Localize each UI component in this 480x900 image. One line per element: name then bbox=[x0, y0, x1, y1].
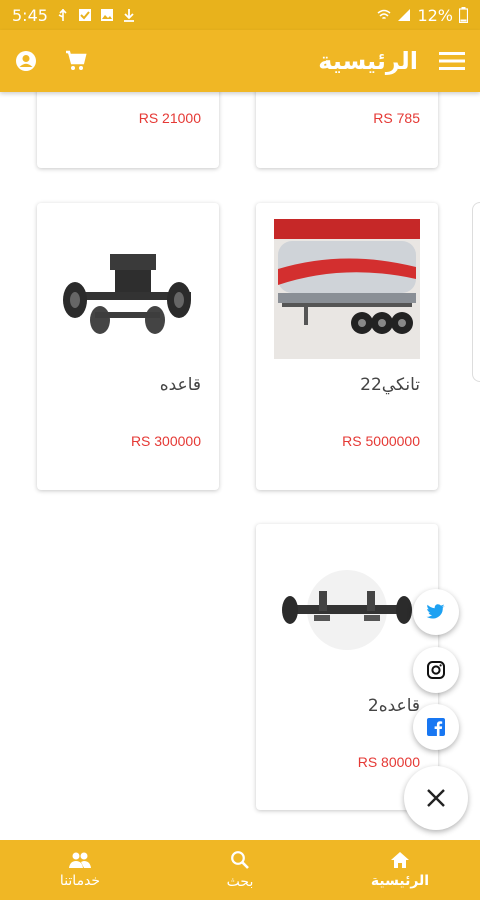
axle-image bbox=[282, 570, 412, 650]
product-name: قاعده bbox=[159, 375, 201, 395]
checkbox-icon bbox=[78, 9, 91, 21]
group-icon bbox=[69, 852, 91, 868]
product-name: قاعده2 bbox=[367, 696, 420, 716]
product-image bbox=[274, 540, 420, 680]
axle-base-image bbox=[63, 254, 191, 334]
product-price: RS 5000000 bbox=[342, 433, 420, 449]
close-icon bbox=[427, 789, 445, 807]
menu-button[interactable] bbox=[438, 50, 466, 72]
app-bar: الرئيسية bbox=[0, 30, 480, 92]
product-price: RS 80000 bbox=[357, 754, 420, 770]
nav-label-search: بحث bbox=[226, 874, 254, 890]
product-grid: RS 21000 RS 785 قاعده RS 300000 تانكي22 … bbox=[0, 92, 480, 840]
product-price: RS 785 bbox=[373, 110, 420, 126]
signal-icon bbox=[398, 9, 411, 21]
status-bar: 5:45 12% bbox=[0, 0, 480, 30]
product-card[interactable]: قاعده RS 300000 bbox=[37, 203, 219, 490]
nav-item-services[interactable]: خدماتنا bbox=[0, 840, 160, 900]
product-card[interactable]: تانكي22 RS 5000000 bbox=[256, 203, 438, 490]
battery-icon bbox=[459, 7, 468, 23]
close-fab-button[interactable] bbox=[404, 766, 468, 830]
product-price: RS 21000 bbox=[138, 110, 201, 126]
product-card[interactable]: قاعده2 RS 80000 bbox=[256, 524, 438, 810]
usb-icon bbox=[58, 8, 67, 21]
account-icon bbox=[16, 51, 36, 71]
home-icon bbox=[391, 852, 409, 868]
nav-item-search[interactable]: بحث bbox=[160, 840, 320, 900]
wifi-icon bbox=[377, 9, 391, 20]
instagram-button[interactable] bbox=[413, 647, 459, 693]
twitter-button[interactable] bbox=[413, 589, 459, 635]
menu-icon bbox=[439, 52, 465, 70]
status-time: 5:45 bbox=[12, 5, 48, 25]
nav-label-home: الرئيسية bbox=[370, 873, 430, 889]
download-icon bbox=[123, 9, 134, 22]
cart-button[interactable] bbox=[64, 49, 88, 73]
page-title: الرئيسية bbox=[318, 47, 418, 75]
twitter-icon bbox=[426, 604, 445, 619]
facebook-icon bbox=[427, 718, 445, 736]
search-icon bbox=[231, 851, 249, 869]
product-card[interactable]: RS 21000 bbox=[37, 92, 219, 168]
account-button[interactable] bbox=[14, 49, 38, 73]
product-name: تانكي22 bbox=[360, 375, 420, 395]
product-image bbox=[55, 219, 201, 359]
image-icon bbox=[100, 9, 113, 21]
bottom-nav: خدماتنا بحث الرئيسية bbox=[0, 840, 480, 900]
instagram-icon bbox=[427, 661, 445, 679]
battery-percent: 12% bbox=[417, 5, 453, 25]
product-card[interactable]: RS 785 bbox=[256, 92, 438, 168]
nav-item-home[interactable]: الرئيسية bbox=[320, 840, 480, 900]
drawer-handle[interactable] bbox=[472, 202, 480, 382]
nav-label-services: خدماتنا bbox=[59, 873, 101, 889]
cart-icon bbox=[66, 50, 87, 70]
tanker-image bbox=[274, 219, 420, 359]
facebook-button[interactable] bbox=[413, 704, 459, 750]
product-image bbox=[274, 219, 420, 359]
product-price: RS 300000 bbox=[130, 433, 201, 449]
